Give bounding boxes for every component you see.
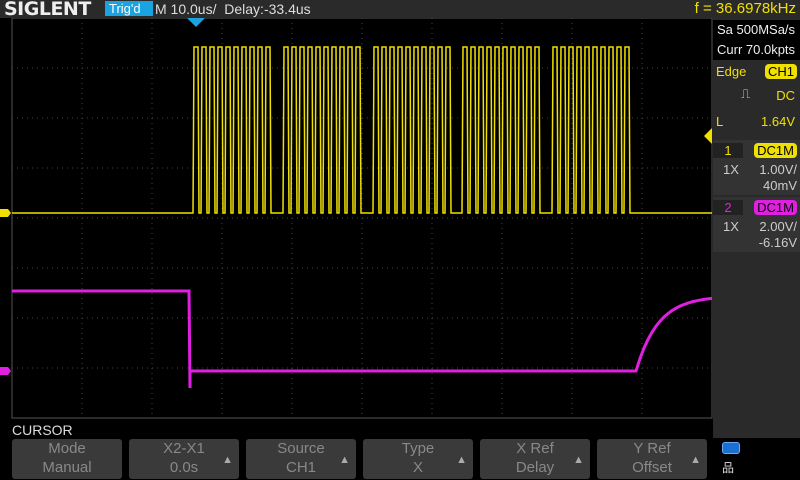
trigger-level-label: L [716, 114, 724, 129]
top-bar: SIGLENT Trig'd M 10.0us/ Delay:-33.4us f… [0, 0, 800, 20]
arrow-up-icon: ▲ [573, 454, 584, 466]
channel-1-marker [0, 209, 11, 217]
delay: Delay:-33.4us [224, 1, 311, 17]
memory-depth: Curr 70.0kpts [717, 42, 796, 57]
trigger-source: CH1 [764, 64, 797, 79]
channel-coupling: DC1M [754, 143, 797, 158]
channel-number: 2 [713, 200, 743, 215]
acquisition-info: Sa 500MSa/s Curr 70.0kpts [713, 20, 800, 60]
softkey-source[interactable]: Source CH1 ▲ [246, 439, 356, 479]
softkey-type[interactable]: Type X ▲ [363, 439, 473, 479]
softkey-mode[interactable]: Mode Manual [12, 439, 122, 479]
frequency-readout: f = 36.6978kHz [694, 0, 796, 17]
channel-coupling: DC1M [754, 200, 797, 215]
trigger-level: 1.64V [761, 114, 795, 129]
brand-logo: SIGLENT [4, 0, 91, 20]
arrow-up-icon: ▲ [339, 454, 350, 466]
softkey-label: Mode [48, 440, 86, 457]
network-icon: 品 [722, 461, 735, 475]
probe: 1X [723, 219, 739, 234]
vertical-scale: 2.00V/ [759, 219, 797, 234]
channel-1-panel[interactable]: 1 DC1M 1X 1.00V/ 40mV [713, 140, 800, 195]
softkey-x2-x1[interactable]: X2-X1 0.0s ▲ [129, 439, 239, 479]
arrow-up-icon: ▲ [222, 454, 233, 466]
vertical-offset: -6.16V [758, 235, 797, 250]
timebase: M 10.0us/ [155, 1, 217, 17]
waveform-display[interactable] [0, 18, 713, 420]
timebase-readout[interactable]: M 10.0us/ Delay:-33.4us [155, 0, 311, 18]
vertical-offset: 40mV [763, 178, 797, 193]
softkey-y-ref[interactable]: Y Ref Offset ▲ [597, 439, 707, 479]
softkey-value: Manual [42, 459, 92, 476]
softkey-x-ref[interactable]: X Ref Delay ▲ [480, 439, 590, 479]
trigger-coupling: DC [776, 88, 795, 103]
channel-number: 1 [713, 143, 743, 158]
trigger-panel[interactable]: Edge CH1 ⎍ DC L 1.64V [713, 62, 800, 135]
probe: 1X [723, 162, 739, 177]
trigger-position-marker [187, 18, 205, 27]
trigger-status: Trig'd [105, 1, 153, 16]
channel-2-marker [0, 367, 11, 375]
arrow-up-icon: ▲ [456, 454, 467, 466]
channel-2-panel[interactable]: 2 DC1M 1X 2.00V/ -6.16V [713, 197, 800, 252]
sample-rate: Sa 500MSa/s [717, 22, 796, 37]
arrow-up-icon: ▲ [690, 454, 701, 466]
trigger-type: Edge [716, 64, 747, 79]
usb-icon [722, 442, 740, 454]
vertical-scale: 1.00V/ [759, 162, 797, 177]
rising-edge-icon: ⎍ [741, 86, 751, 101]
menu-title: CURSOR [12, 422, 73, 438]
trigger-level-marker [704, 128, 712, 144]
